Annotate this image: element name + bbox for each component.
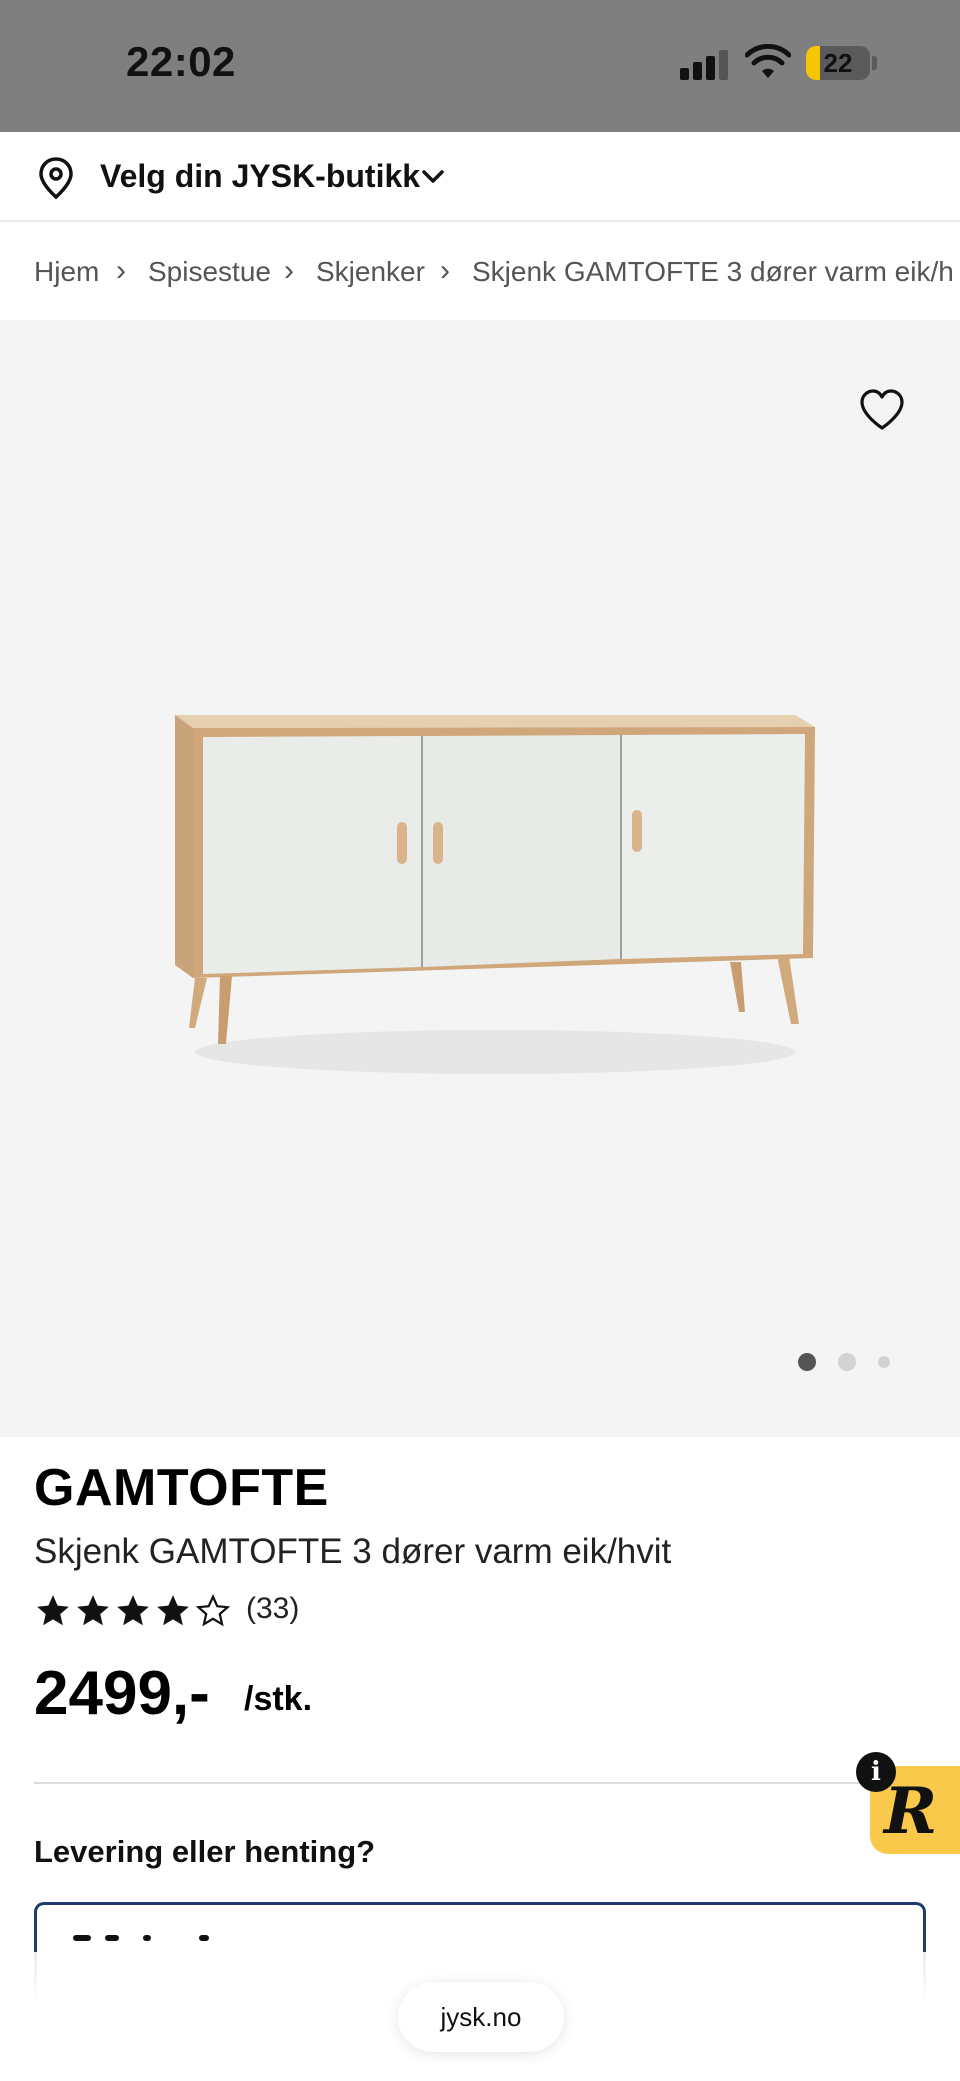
cellular-signal-icon bbox=[680, 50, 730, 80]
breadcrumb: Hjem › Spisestue › Skjenker › Skjenk GAM… bbox=[0, 224, 960, 320]
store-selector-label: Velg din JYSK-butikk bbox=[100, 158, 421, 194]
browser-bottom-bar: jysk.no bbox=[0, 1952, 960, 2081]
breadcrumb-item-sideboards[interactable]: Skjenker bbox=[316, 256, 425, 288]
star-filled-icon bbox=[37, 1595, 69, 1626]
breadcrumb-item-dining-room[interactable]: Spisestue bbox=[148, 256, 271, 288]
battery-cap bbox=[872, 56, 877, 70]
delivery-heading: Levering eller henting? bbox=[34, 1834, 376, 1869]
carousel-dot[interactable] bbox=[838, 1353, 856, 1371]
store-selector[interactable]: Velg din JYSK-butikk bbox=[0, 132, 960, 222]
status-time: 22:02 bbox=[126, 38, 236, 85]
carousel-dot-active[interactable] bbox=[798, 1353, 816, 1371]
breadcrumb-separator: › bbox=[440, 254, 450, 287]
product-name: Skjenk GAMTOFTE 3 dører varm eik/hvit bbox=[34, 1532, 672, 1571]
location-pin-icon bbox=[39, 157, 73, 200]
r-logo-icon: R bbox=[884, 1774, 938, 1849]
star-filled-icon bbox=[157, 1595, 189, 1626]
breadcrumb-item-home[interactable]: Hjem bbox=[34, 256, 99, 288]
delivery-option-text bbox=[65, 1935, 209, 1943]
battery-icon: 22 bbox=[806, 46, 870, 80]
battery-level: 22 bbox=[823, 48, 853, 78]
status-bar: 22:02 22 bbox=[0, 0, 960, 132]
carousel-indicator bbox=[798, 1353, 898, 1373]
chevron-down-icon bbox=[422, 170, 444, 183]
heart-outline-icon[interactable] bbox=[858, 388, 906, 432]
wifi-icon bbox=[745, 44, 791, 78]
star-filled-icon bbox=[77, 1595, 109, 1626]
product-brand: GAMTOFTE bbox=[34, 1459, 329, 1517]
price-unit: /stk. bbox=[244, 1680, 313, 1718]
product-price: 2499,- bbox=[34, 1659, 210, 1728]
url-bar[interactable]: jysk.no bbox=[398, 1982, 564, 2052]
breadcrumb-separator: › bbox=[116, 254, 126, 287]
product-image-gallery[interactable] bbox=[0, 320, 960, 1437]
product-image bbox=[175, 715, 815, 1074]
breadcrumb-separator: › bbox=[284, 254, 294, 287]
star-filled-icon bbox=[117, 1595, 149, 1626]
divider bbox=[34, 1782, 926, 1784]
breadcrumb-item-current: Skjenk GAMTOFTE 3 dører varm eik/h bbox=[472, 256, 954, 287]
info-icon[interactable]: i bbox=[856, 1752, 896, 1792]
review-count[interactable]: (33) bbox=[246, 1592, 299, 1626]
carousel-dot[interactable] bbox=[878, 1356, 890, 1368]
star-empty-icon bbox=[195, 1594, 231, 1627]
